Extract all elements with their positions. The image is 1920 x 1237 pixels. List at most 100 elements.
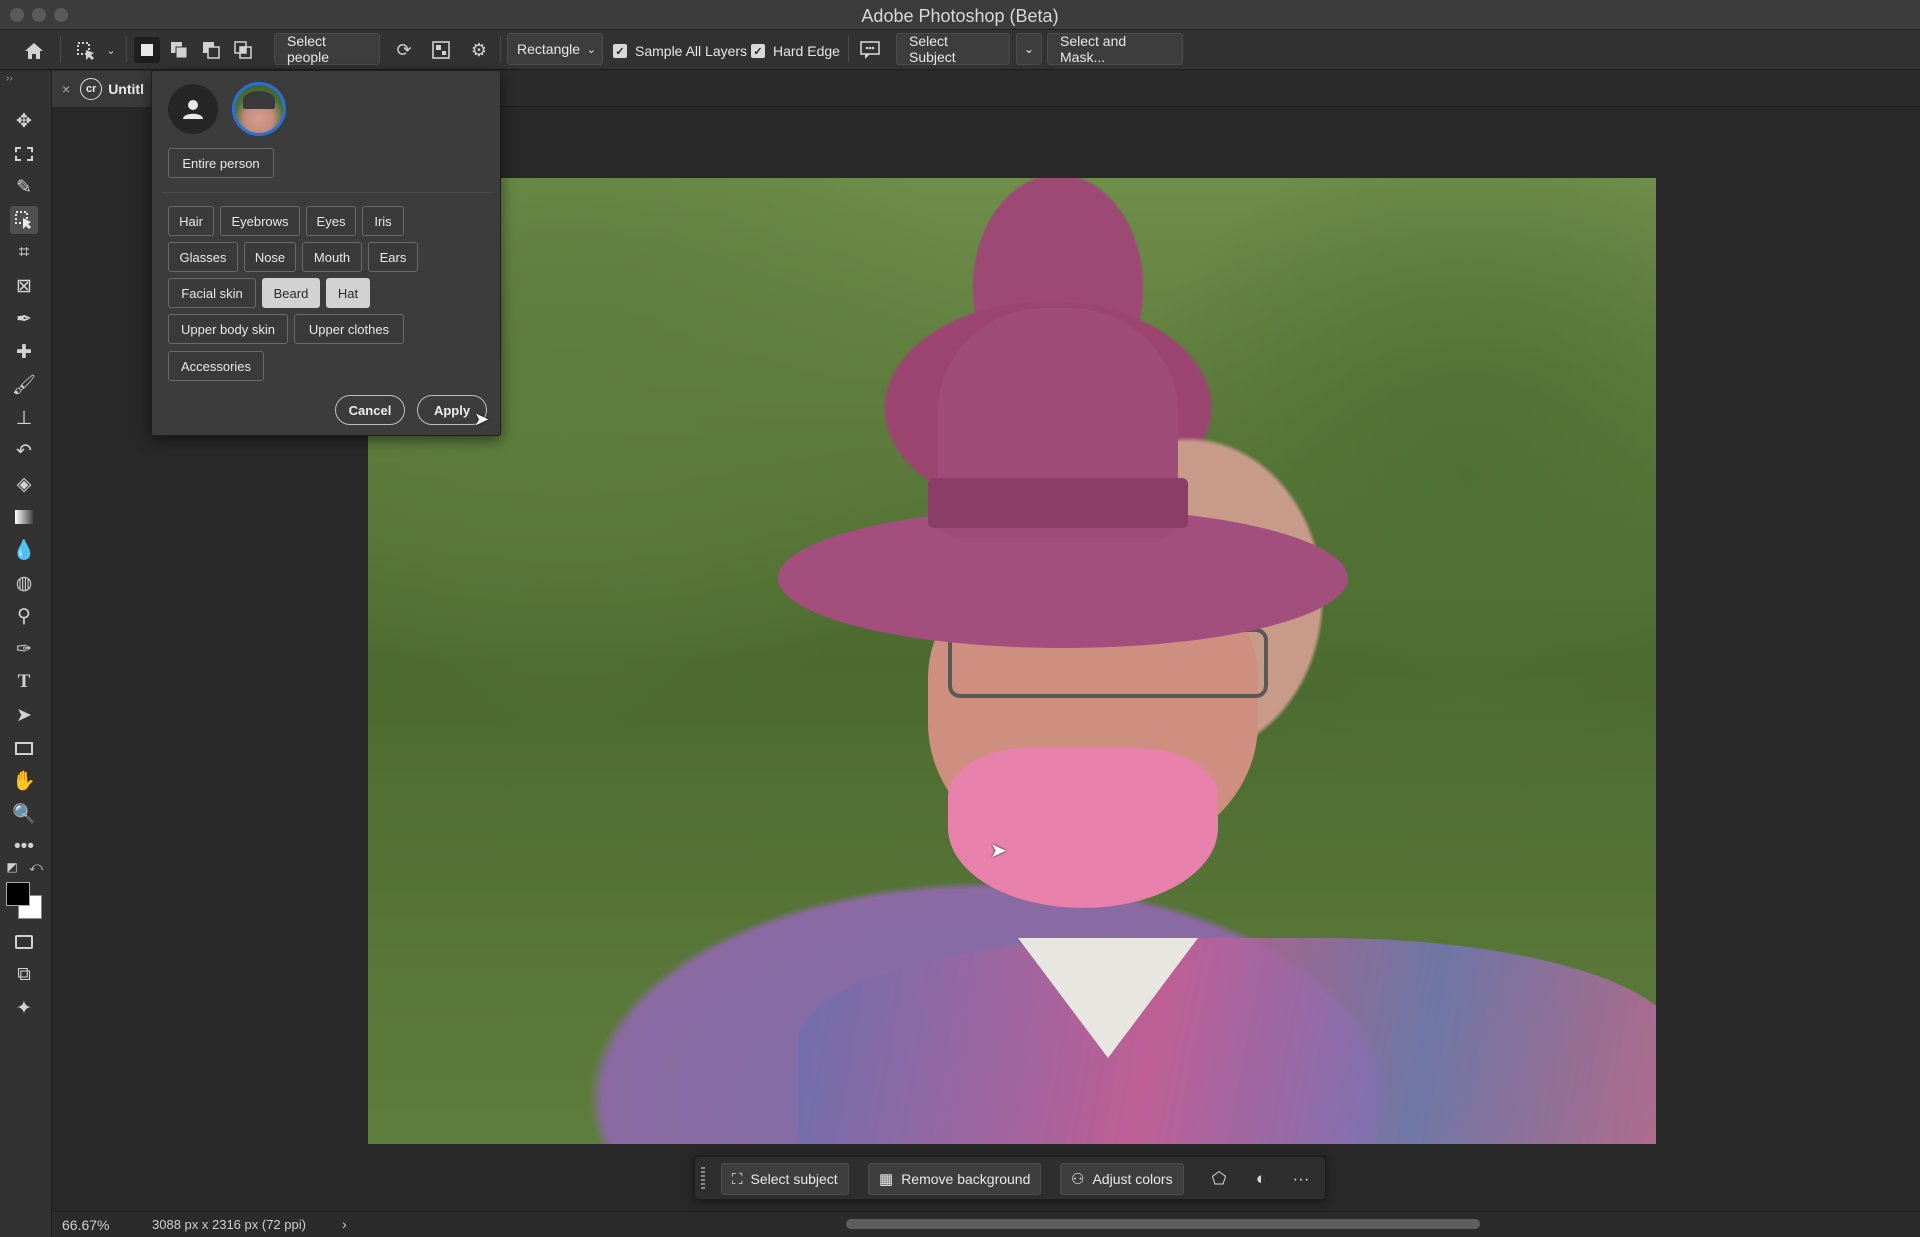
- gradient-tool-icon[interactable]: [10, 503, 38, 531]
- foreground-color-swatch[interactable]: [6, 882, 30, 906]
- invert-selection-icon[interactable]: ◐: [1245, 1163, 1277, 1195]
- task-remove-background-label: Remove background: [901, 1171, 1031, 1187]
- crop-tool-icon[interactable]: ⌗: [10, 239, 38, 267]
- task-select-subject-button[interactable]: ⛶ Select subject: [721, 1163, 849, 1195]
- brush-tool-icon[interactable]: 🖌: [10, 371, 38, 399]
- swap-colors-icon[interactable]: ⤺: [28, 859, 44, 875]
- person-icon: [183, 100, 203, 119]
- part-glasses-button[interactable]: Glasses: [168, 242, 238, 272]
- document-tab[interactable]: × cr Untitl: [52, 71, 162, 107]
- part-nose-button[interactable]: Nose: [244, 242, 296, 272]
- history-brush-tool-icon[interactable]: ↶: [10, 437, 38, 465]
- popup-divider: [162, 192, 490, 193]
- task-select-subject-label: Select subject: [750, 1171, 838, 1187]
- mouse-cursor-icon: ➤: [474, 409, 490, 429]
- object-selection-tool-preset-icon[interactable]: [74, 39, 98, 63]
- select-people-button[interactable]: Select people: [274, 33, 380, 65]
- task-remove-background-button[interactable]: ▦ Remove background: [868, 1163, 1042, 1195]
- intersect-selection-button[interactable]: [230, 37, 256, 63]
- detected-person-avatar[interactable]: [232, 82, 286, 136]
- rectangle-tool-icon[interactable]: [10, 734, 38, 762]
- adjust-colors-icon: ⚇: [1071, 1171, 1085, 1188]
- type-tool-icon[interactable]: T: [10, 668, 38, 696]
- new-selection-mode-button[interactable]: [134, 37, 160, 63]
- more-tools-icon[interactable]: •••: [10, 833, 38, 861]
- checkmark-icon: ✓: [751, 44, 765, 58]
- part-beard-button[interactable]: Beard: [262, 278, 320, 308]
- chevron-right-icon[interactable]: ›: [342, 1216, 347, 1232]
- expand-panel-icon[interactable]: ››: [6, 73, 13, 84]
- hard-edge-checkbox[interactable]: ✓ Hard Edge: [751, 42, 840, 60]
- document-tab-title: Untitl: [108, 81, 144, 97]
- beard-selection-overlay: [948, 748, 1218, 908]
- select-and-mask-button[interactable]: Select and Mask...: [1047, 33, 1183, 65]
- part-facial-skin-button[interactable]: Facial skin: [168, 278, 256, 308]
- part-hair-button[interactable]: Hair: [168, 206, 214, 236]
- hand-tool-icon[interactable]: ✋: [10, 767, 38, 795]
- frame-tool-icon[interactable]: ⊠: [10, 272, 38, 300]
- part-accessories-button[interactable]: Accessories: [168, 351, 264, 381]
- mode-dropdown[interactable]: Rectangle ⌄: [507, 33, 603, 65]
- eyedropper-tool-icon[interactable]: ✒: [10, 305, 38, 333]
- person-select-icon: ⛶: [732, 1170, 743, 1188]
- horizontal-scrollbar[interactable]: [846, 1219, 1480, 1229]
- close-tab-icon[interactable]: ×: [62, 81, 70, 97]
- part-iris-button[interactable]: Iris: [362, 206, 404, 236]
- speech-bubble-icon: [860, 41, 880, 59]
- sponge-tool-icon[interactable]: ◍: [10, 569, 38, 597]
- blur-tool-icon[interactable]: 💧: [10, 536, 38, 564]
- object-finder-mode-button[interactable]: [428, 37, 454, 63]
- pen-tool-icon[interactable]: ✑: [10, 635, 38, 663]
- mode-dropdown-value: Rectangle: [517, 41, 581, 57]
- path-selection-tool-icon[interactable]: ➤: [10, 701, 38, 729]
- cancel-button[interactable]: Cancel: [335, 395, 405, 425]
- chevron-down-icon: ⌄: [1023, 42, 1035, 56]
- select-people-popup: Entire person Hair Eyebrows Eyes Iris Gl…: [151, 70, 501, 436]
- default-colors-icon[interactable]: ◩: [4, 859, 20, 875]
- drag-handle-icon[interactable]: [701, 1167, 705, 1191]
- tools-panel: ›› ✥ ✎ ⌗ ⊠ ✒ ✚ 🖌 ⊥ ↶ ◈ 💧 ◍ ⚲ ✑ T ➤ ✋ 🔍 •…: [0, 71, 52, 1237]
- generative-fill-icon[interactable]: ✦: [10, 994, 38, 1022]
- part-upper-clothes-button[interactable]: Upper clothes: [294, 314, 404, 344]
- subtract-from-selection-button[interactable]: [198, 37, 224, 63]
- select-subject-dropdown[interactable]: ⌄: [1016, 33, 1042, 65]
- part-hat-button[interactable]: Hat: [326, 278, 370, 308]
- contextual-task-bar: ⛶ Select subject ▦ Remove background ⚇ A…: [694, 1156, 1326, 1200]
- window-title: Adobe Photoshop (Beta): [861, 6, 1059, 26]
- part-mouth-button[interactable]: Mouth: [302, 242, 362, 272]
- document-info: 3088 px x 2316 px (72 ppi): [152, 1217, 306, 1232]
- task-adjust-colors-button[interactable]: ⚇ Adjust colors: [1060, 1163, 1184, 1195]
- sample-all-layers-label: Sample All Layers: [635, 43, 748, 59]
- eraser-tool-icon[interactable]: ◈: [10, 470, 38, 498]
- entire-person-button[interactable]: Entire person: [168, 148, 274, 178]
- dodge-tool-icon[interactable]: ⚲: [10, 602, 38, 630]
- object-selection-tool-icon[interactable]: [10, 206, 38, 234]
- select-subject-button[interactable]: Select Subject: [896, 33, 1010, 65]
- remove-background-icon: ▦: [879, 1171, 894, 1188]
- document-canvas[interactable]: ➤: [368, 178, 1656, 1144]
- more-options-icon[interactable]: ···: [1285, 1163, 1317, 1195]
- add-to-selection-button[interactable]: [166, 37, 192, 63]
- zoom-tool-icon[interactable]: 🔍: [10, 800, 38, 828]
- part-ears-button[interactable]: Ears: [368, 242, 418, 272]
- quick-selection-tool-icon[interactable]: ✎: [10, 173, 38, 201]
- part-eyebrows-button[interactable]: Eyebrows: [220, 206, 300, 236]
- screen-mode-icon[interactable]: ⧉: [10, 961, 38, 989]
- marquee-tool-icon[interactable]: [10, 140, 38, 168]
- zoom-level[interactable]: 66.67%: [62, 1217, 109, 1233]
- part-upper-body-skin-button[interactable]: Upper body skin: [168, 314, 288, 344]
- home-icon[interactable]: [22, 39, 46, 63]
- hard-edge-label: Hard Edge: [773, 43, 840, 59]
- chevron-down-icon[interactable]: ⌄: [104, 42, 118, 60]
- sample-all-layers-checkbox[interactable]: ✓ Sample All Layers: [613, 42, 747, 60]
- move-tool-icon[interactable]: ✥: [10, 107, 38, 135]
- clone-stamp-tool-icon[interactable]: ⊥: [10, 404, 38, 432]
- quick-mask-icon[interactable]: [10, 928, 38, 956]
- transform-icon[interactable]: ⬠: [1203, 1163, 1235, 1195]
- healing-brush-tool-icon[interactable]: ✚: [10, 338, 38, 366]
- gear-icon[interactable]: ⚙: [466, 37, 492, 63]
- refresh-icon[interactable]: ⟳: [391, 37, 417, 63]
- part-eyes-button[interactable]: Eyes: [306, 206, 356, 236]
- feedback-button[interactable]: [856, 37, 884, 63]
- all-people-avatar[interactable]: [168, 84, 218, 134]
